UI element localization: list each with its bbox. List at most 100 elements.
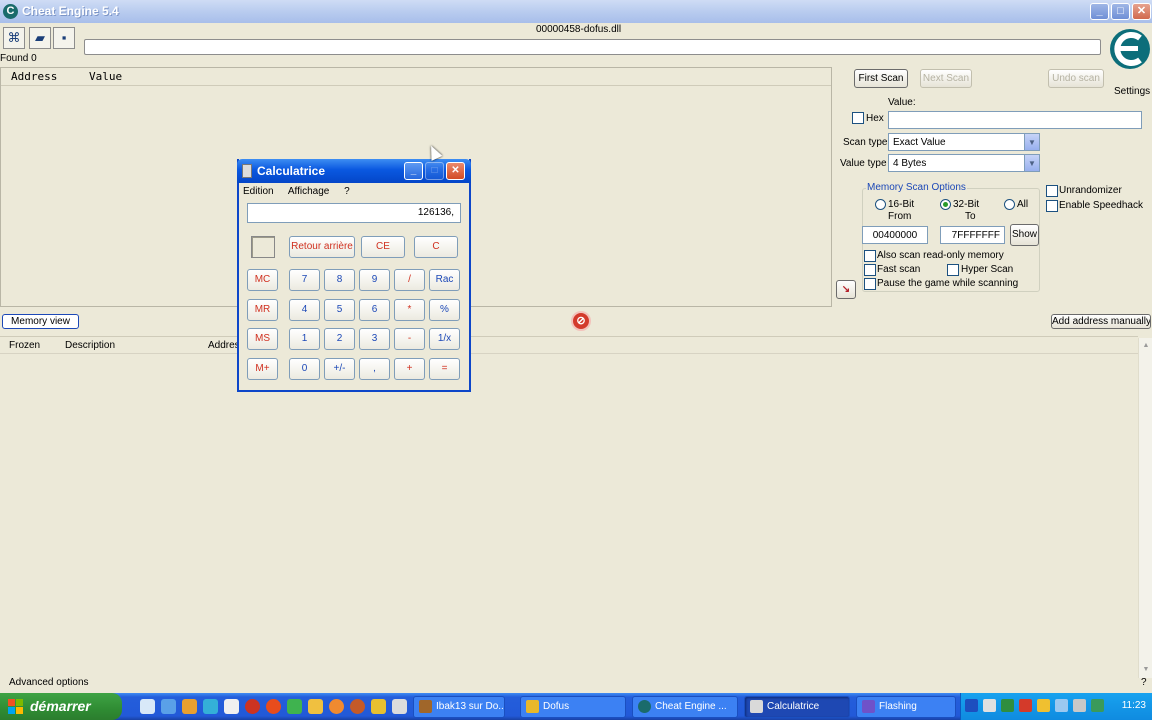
calculator-titlebar[interactable]: Calculatrice _ □ ✕ [237,159,471,183]
enable-speedhack-checkbox[interactable] [1046,200,1058,212]
mr-key[interactable]: MR [247,299,278,321]
key-5[interactable]: 5 [324,299,355,321]
calc-minimize-button[interactable]: _ [404,162,423,180]
radio-all[interactable] [1004,199,1015,210]
quicklaunch-app2-icon[interactable] [350,699,365,714]
divide-key[interactable]: / [394,269,425,291]
column-description[interactable]: Description [65,337,115,355]
also-scan-readonly-checkbox[interactable] [864,250,876,262]
backspace-key[interactable]: Retour arrière [289,236,355,258]
cheat-engine-logo-icon[interactable] [1108,24,1152,84]
key-0[interactable]: 0 [289,358,320,380]
memory-view-button[interactable]: Memory view [2,314,79,329]
address-list[interactable]: Frozen Description Address [0,336,1138,678]
quicklaunch-firefox-icon[interactable] [245,699,260,714]
task-calculatrice[interactable]: Calculatrice [744,696,850,718]
mc-key[interactable]: MC [247,269,278,291]
add-address-manually-button[interactable]: Add address manually [1051,314,1151,329]
maximize-button[interactable]: □ [1111,3,1130,20]
scan-type-select[interactable]: Exact Value ▼ [888,133,1040,151]
undo-scan-button[interactable]: Undo scan [1048,69,1104,88]
task-dofus[interactable]: Dofus [520,696,626,718]
tray-app3-icon[interactable] [1037,699,1050,712]
tray-network-icon[interactable] [1055,699,1068,712]
pointer-scan-icon[interactable]: ↘ [836,280,856,299]
show-button[interactable]: Show [1010,224,1039,246]
ms-key[interactable]: MS [247,328,278,350]
key-9[interactable]: 9 [359,269,390,291]
select-process-icon[interactable]: ⌘ [3,27,25,49]
advanced-options-label[interactable]: Advanced options [9,677,89,688]
key-6[interactable]: 6 [359,299,390,321]
percent-key[interactable]: % [429,299,460,321]
quicklaunch-player-icon[interactable] [329,699,344,714]
start-button[interactable]: démarrer [0,693,122,720]
next-scan-button[interactable]: Next Scan [920,69,972,88]
quicklaunch-ie-icon[interactable] [161,699,176,714]
task-cheat-engine[interactable]: Cheat Engine ... [632,696,738,718]
save-icon[interactable]: ▪ [53,27,75,49]
chevron-down-icon[interactable]: ▼ [1024,155,1039,171]
quicklaunch-folder-icon[interactable] [308,699,323,714]
quicklaunch-app4-icon[interactable] [392,699,407,714]
minimize-button[interactable]: _ [1090,3,1109,20]
multiply-key[interactable]: * [394,299,425,321]
fast-scan-checkbox[interactable] [864,264,876,276]
help-label[interactable]: ? [1141,677,1147,688]
tray-app2-icon[interactable] [1019,699,1032,712]
quicklaunch-media-icon[interactable] [182,699,197,714]
from-address-input[interactable]: 00400000 [862,226,928,244]
close-button[interactable]: ✕ [1132,3,1151,20]
stop-icon[interactable]: ⊘ [571,311,591,331]
settings-label[interactable]: Settings [1114,86,1150,97]
tray-app-icon[interactable] [983,699,996,712]
column-value[interactable]: Value [89,68,122,86]
mplus-key[interactable]: M+ [247,358,278,380]
scroll-down-icon[interactable]: ▼ [1140,664,1152,676]
key-1[interactable]: 1 [289,328,320,350]
sqrt-key[interactable]: Rac [429,269,460,291]
key-2[interactable]: 2 [324,328,355,350]
hex-checkbox[interactable] [852,112,864,124]
sign-key[interactable]: +/- [324,358,355,380]
menu-affichage[interactable]: Affichage [288,186,330,197]
quicklaunch-app-icon[interactable] [224,699,239,714]
quicklaunch-app3-icon[interactable] [371,699,386,714]
to-address-input[interactable]: 7FFFFFFF [940,226,1005,244]
key-3[interactable]: 3 [359,328,390,350]
calc-maximize-button[interactable]: □ [425,162,444,180]
scroll-up-icon[interactable]: ▲ [1140,340,1152,352]
decimal-key[interactable]: , [359,358,390,380]
unrandomizer-checkbox[interactable] [1046,185,1058,197]
hyper-scan-checkbox[interactable] [947,264,959,276]
task-ibak13[interactable]: Ibak13 sur Do... [413,696,505,718]
calc-close-button[interactable]: ✕ [446,162,465,180]
tray-security-icon[interactable] [1001,699,1014,712]
menu-help[interactable]: ? [344,186,350,197]
task-flashing[interactable]: Flashing [856,696,956,718]
tray-arrow-icon[interactable] [965,699,978,712]
open-file-icon[interactable]: ▰ [29,27,51,49]
quicklaunch-desktop-icon[interactable] [140,699,155,714]
quicklaunch-tool-icon[interactable] [266,699,281,714]
reciprocal-key[interactable]: 1/x [429,328,460,350]
key-4[interactable]: 4 [289,299,320,321]
key-7[interactable]: 7 [289,269,320,291]
first-scan-button[interactable]: First Scan [854,69,908,88]
subtract-key[interactable]: - [394,328,425,350]
equals-key[interactable]: = [429,358,460,380]
column-address[interactable]: Address [11,68,57,86]
ce-key[interactable]: CE [361,236,405,258]
tray-volume-icon[interactable] [1073,699,1086,712]
menu-edition[interactable]: Edition [243,186,274,197]
key-8[interactable]: 8 [324,269,355,291]
radio-16bit[interactable] [875,199,886,210]
c-key[interactable]: C [414,236,458,258]
vertical-scrollbar[interactable]: ▲ ▼ [1138,338,1152,678]
pause-game-checkbox[interactable] [864,278,876,290]
add-key[interactable]: + [394,358,425,380]
chevron-down-icon[interactable]: ▼ [1024,134,1039,150]
value-type-select[interactable]: 4 Bytes ▼ [888,154,1040,172]
radio-32bit[interactable] [940,199,951,210]
tray-app4-icon[interactable] [1091,699,1104,712]
